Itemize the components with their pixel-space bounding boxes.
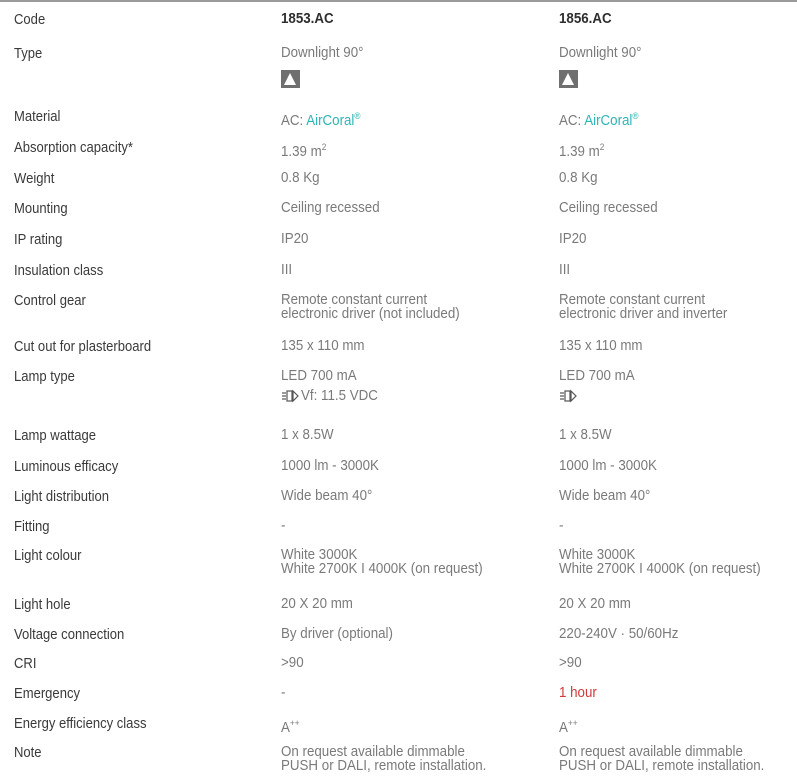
aircoral-link[interactable]: AirCoral: [584, 113, 632, 129]
lamptype-value-1: LED 700 mA: [281, 368, 357, 384]
insulation-value-2: III: [559, 262, 571, 278]
colour-value-2a: White 3000K: [559, 547, 636, 563]
top-divider: [0, 0, 797, 2]
material-value-2: AC: AirCoral®: [559, 111, 639, 129]
row-label: Voltage connection: [14, 627, 125, 643]
row-label: Mounting: [14, 201, 68, 217]
row-label: Cut out for plasterboard: [14, 339, 152, 355]
row-label: Fitting: [14, 519, 50, 535]
downlight-icon: [559, 70, 578, 88]
row-label: Light distribution: [14, 489, 110, 505]
cutout-value-1: 135 x 110 mm: [281, 338, 365, 354]
voltage-value-1: By driver (optional): [281, 626, 393, 642]
material-value-1: AC: AirCoral®: [281, 111, 361, 129]
row-label: Energy efficiency class: [14, 716, 147, 732]
note-value-2b: PUSH or DALI, remote installation.: [559, 758, 765, 774]
emergency-value-1: -: [281, 685, 286, 701]
lamptype-value-2: LED 700 mA: [559, 368, 635, 384]
led-lamp-icon: [282, 389, 299, 403]
energy-value-1: A++: [281, 718, 300, 736]
weight-value-2: 0.8 Kg: [559, 170, 598, 186]
mounting-value-1: Ceiling recessed: [281, 200, 380, 216]
downlight-icon: [281, 70, 300, 88]
distribution-value-2: Wide beam 40°: [559, 488, 651, 504]
wattage-value-2: 1 x 8.5W: [559, 427, 612, 443]
control-value-1b: electronic driver (not included): [281, 306, 460, 322]
voltage-value-2: 220-240V · 50/60Hz: [559, 626, 679, 642]
row-label: Insulation class: [14, 263, 104, 279]
cri-value-2: >90: [559, 655, 582, 671]
aircoral-link[interactable]: AirCoral: [306, 113, 354, 129]
note-value-1a: On request available dimmable: [281, 744, 465, 760]
row-label: IP rating: [14, 232, 63, 248]
row-label: Lamp wattage: [14, 428, 96, 444]
hole-value-2: 20 X 20 mm: [559, 596, 631, 612]
row-label: Light colour: [14, 548, 82, 564]
absorption-value-2: 1.39 m2: [559, 142, 605, 160]
lamptype-vf-1: Vf: 11.5 VDC: [301, 388, 378, 404]
row-label: Weight: [14, 171, 55, 187]
type-value-2: Downlight 90°: [559, 45, 642, 61]
row-label: Luminous efficacy: [14, 459, 119, 475]
weight-value-1: 0.8 Kg: [281, 170, 320, 186]
energy-value-2: A++: [559, 718, 578, 736]
row-label: Material: [14, 109, 61, 125]
efficacy-value-2: 1000 lm - 3000K: [559, 458, 657, 474]
led-lamp-icon: [560, 389, 577, 403]
fitting-value-2: -: [559, 518, 564, 534]
control-value-2a: Remote constant current: [559, 292, 706, 308]
type-value-1: Downlight 90°: [281, 45, 364, 61]
row-label: Note: [14, 745, 42, 761]
control-value-2b: electronic driver and inverter: [559, 306, 728, 322]
distribution-value-1: Wide beam 40°: [281, 488, 373, 504]
row-label: Type: [14, 46, 43, 62]
row-label: CRI: [14, 656, 37, 672]
ip-value-1: IP20: [281, 231, 309, 247]
note-value-2a: On request available dimmable: [559, 744, 743, 760]
mounting-value-2: Ceiling recessed: [559, 200, 658, 216]
colour-value-1b: White 2700K I 4000K (on request): [281, 561, 483, 577]
product-code-1: 1853.AC: [281, 11, 334, 27]
product-code-2: 1856.AC: [559, 11, 612, 27]
insulation-value-1: III: [281, 262, 293, 278]
row-label: Control gear: [14, 293, 86, 309]
colour-value-2b: White 2700K I 4000K (on request): [559, 561, 761, 577]
row-label: Code: [14, 12, 46, 28]
note-value-1b: PUSH or DALI, remote installation.: [281, 758, 487, 774]
hole-value-1: 20 X 20 mm: [281, 596, 353, 612]
control-value-1a: Remote constant current: [281, 292, 428, 308]
absorption-value-1: 1.39 m2: [281, 142, 327, 160]
row-label: Lamp type: [14, 369, 75, 385]
emergency-value-2: 1 hour: [559, 685, 597, 701]
row-label: Light hole: [14, 597, 71, 613]
wattage-value-1: 1 x 8.5W: [281, 427, 334, 443]
efficacy-value-1: 1000 lm - 3000K: [281, 458, 379, 474]
row-label: Absorption capacity*: [14, 140, 133, 156]
cri-value-1: >90: [281, 655, 304, 671]
colour-value-1a: White 3000K: [281, 547, 358, 563]
fitting-value-1: -: [281, 518, 286, 534]
ip-value-2: IP20: [559, 231, 587, 247]
row-label: Emergency: [14, 686, 81, 702]
cutout-value-2: 135 x 110 mm: [559, 338, 643, 354]
